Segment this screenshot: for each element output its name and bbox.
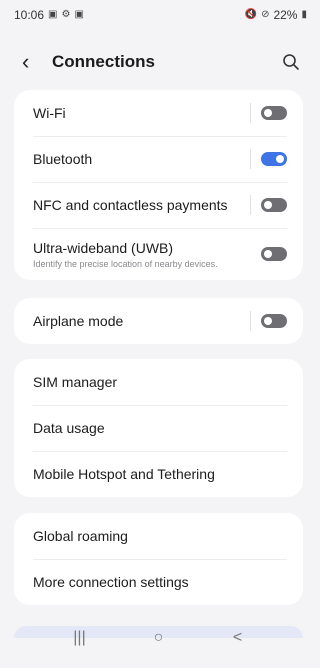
row-label-airplane: Airplane mode xyxy=(33,313,124,329)
bluetooth-toggle[interactable] xyxy=(261,152,287,166)
settings-icon: ⚙ xyxy=(61,9,71,20)
row-text: More connection settings xyxy=(33,574,287,590)
row-label-bluetooth: Bluetooth xyxy=(33,151,93,167)
status-right: 🔇 ⊘ 22% ▮ xyxy=(245,8,307,22)
search-icon[interactable] xyxy=(281,52,301,72)
divider xyxy=(250,149,251,169)
toggle-knob xyxy=(264,317,272,325)
row-nfc[interactable]: NFC and contactless payments xyxy=(14,182,303,228)
row-label-sim: SIM manager xyxy=(33,374,118,390)
row-wifi[interactable]: Wi-Fi xyxy=(14,90,303,136)
toggle-knob xyxy=(276,155,284,163)
airplane-toggle[interactable] xyxy=(261,314,287,328)
nav-back-button[interactable]: < xyxy=(223,629,253,647)
row-text: Airplane mode xyxy=(33,313,250,329)
row-text: Data usage xyxy=(33,420,287,436)
status-bar: 10:06 ▣ ⚙ ▣ 🔇 ⊘ 22% ▮ xyxy=(0,0,317,30)
row-text: Wi-Fi xyxy=(33,105,250,121)
row-more-settings[interactable]: More connection settings xyxy=(14,559,303,605)
connections-card-sim: SIM manager Data usage Mobile Hotspot an… xyxy=(14,359,303,497)
app-header: ‹ Connections xyxy=(0,44,317,80)
row-label-uwb: Ultra-wideband (UWB) xyxy=(33,239,174,256)
nfc-toggle[interactable] xyxy=(261,198,287,212)
back-button[interactable]: ‹ xyxy=(22,51,48,73)
divider xyxy=(250,311,251,331)
row-text: SIM manager xyxy=(33,374,287,390)
image-icon: ▣ xyxy=(74,9,84,20)
connections-card-airplane: Airplane mode xyxy=(14,298,303,344)
navigation-bar: ||| ○ < xyxy=(0,608,317,668)
row-hotspot[interactable]: Mobile Hotspot and Tethering xyxy=(14,451,303,497)
toggle-knob xyxy=(264,201,272,209)
status-time: 10:06 xyxy=(14,8,45,22)
dnd-icon: ⊘ xyxy=(261,9,270,20)
page-title: Connections xyxy=(52,52,155,71)
toggle-knob xyxy=(264,109,272,117)
toggle-knob xyxy=(264,250,272,258)
connections-card-wireless: Wi-Fi Bluetooth NFC and contactless paym… xyxy=(14,90,303,280)
divider xyxy=(250,103,251,123)
row-label-wifi: Wi-Fi xyxy=(33,105,66,121)
battery-icon: ▮ xyxy=(301,9,307,20)
connections-card-more: Global roaming More connection settings xyxy=(14,513,303,605)
row-sublabel-uwb: Identify the precise location of nearby … xyxy=(33,258,218,269)
gallery-icon: ▣ xyxy=(48,9,58,20)
row-label-roaming: Global roaming xyxy=(33,528,128,544)
wifi-toggle[interactable] xyxy=(261,106,287,120)
row-text: Mobile Hotspot and Tethering xyxy=(33,466,287,482)
row-uwb[interactable]: Ultra-wideband (UWB) Identify the precis… xyxy=(14,228,303,280)
row-airplane-mode[interactable]: Airplane mode xyxy=(14,298,303,344)
recents-button[interactable]: ||| xyxy=(65,629,95,647)
row-global-roaming[interactable]: Global roaming xyxy=(14,513,303,559)
row-text: NFC and contactless payments xyxy=(33,197,250,213)
row-bluetooth[interactable]: Bluetooth xyxy=(14,136,303,182)
battery-percent: 22% xyxy=(273,8,298,22)
divider xyxy=(250,195,251,215)
status-left: 10:06 ▣ ⚙ ▣ xyxy=(14,8,84,22)
row-text: Global roaming xyxy=(33,528,287,544)
row-label-data-usage: Data usage xyxy=(33,420,105,436)
row-data-usage[interactable]: Data usage xyxy=(14,405,303,451)
home-button[interactable]: ○ xyxy=(144,629,174,647)
row-text: Bluetooth xyxy=(33,151,250,167)
row-text: Ultra-wideband (UWB) Identify the precis… xyxy=(33,240,261,269)
row-sim-manager[interactable]: SIM manager xyxy=(14,359,303,405)
row-label-hotspot: Mobile Hotspot and Tethering xyxy=(33,466,215,482)
uwb-toggle[interactable] xyxy=(261,247,287,261)
mute-icon: 🔇 xyxy=(244,9,258,20)
row-label-nfc: NFC and contactless payments xyxy=(33,197,228,213)
row-label-more: More connection settings xyxy=(33,574,189,590)
